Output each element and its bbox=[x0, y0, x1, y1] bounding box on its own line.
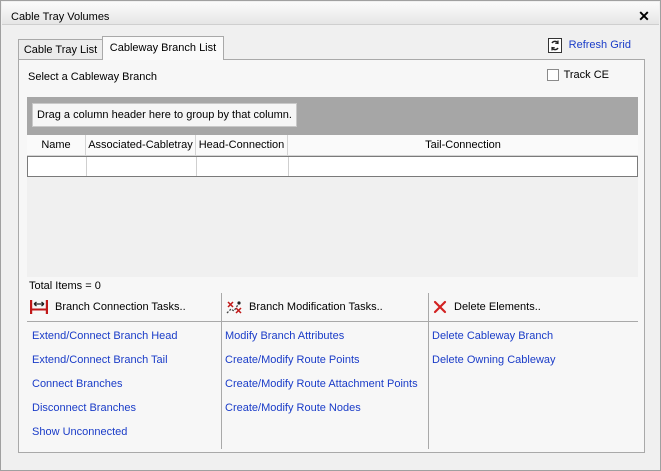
cable-tray-volumes-window: Cable Tray Volumes ✕ Cable Tray List Cab… bbox=[0, 0, 661, 471]
title-bar: Cable Tray Volumes ✕ bbox=[2, 2, 659, 25]
refresh-grid-button[interactable]: Refresh Grid bbox=[547, 36, 631, 54]
connect-branches-link[interactable]: Connect Branches bbox=[32, 377, 178, 401]
branch-modification-links: Modify Branch Attributes Create/Modify R… bbox=[225, 329, 418, 425]
modify-branch-attributes-link[interactable]: Modify Branch Attributes bbox=[225, 329, 418, 353]
select-branch-label: Select a Cableway Branch bbox=[28, 71, 158, 83]
delete-owning-cableway-link[interactable]: Delete Owning Cableway bbox=[432, 353, 556, 377]
grid-header-row: Name Associated-Cabletray Head-Connectio… bbox=[27, 135, 638, 156]
tab-cable-tray-list[interactable]: Cable Tray List bbox=[18, 39, 103, 60]
branch-connection-title: Branch Connection Tasks.. bbox=[55, 301, 186, 313]
delete-elements-links: Delete Cableway Branch Delete Owning Cab… bbox=[432, 329, 556, 377]
delete-elements-title: Delete Elements.. bbox=[454, 301, 541, 313]
table-row[interactable] bbox=[27, 156, 638, 177]
group-by-bar[interactable]: Drag a column header here to group by th… bbox=[27, 97, 638, 135]
column-header-tail-connection[interactable]: Tail-Connection bbox=[288, 135, 638, 155]
create-modify-route-nodes-link[interactable]: Create/Modify Route Nodes bbox=[225, 401, 418, 425]
group-by-hint: Drag a column header here to group by th… bbox=[32, 103, 297, 127]
branch-modification-tasks: Branch Modification Tasks.. Modify Branc… bbox=[221, 293, 428, 449]
tab-cableway-branch-list[interactable]: Cableway Branch List bbox=[102, 36, 224, 60]
create-modify-route-points-link[interactable]: Create/Modify Route Points bbox=[225, 353, 418, 377]
branch-grid: Drag a column header here to group by th… bbox=[27, 97, 638, 277]
extend-connect-branch-head-link[interactable]: Extend/Connect Branch Head bbox=[32, 329, 178, 353]
refresh-grid-label: Refresh Grid bbox=[568, 39, 631, 51]
window-title: Cable Tray Volumes bbox=[11, 11, 110, 23]
branch-modification-title: Branch Modification Tasks.. bbox=[249, 301, 383, 313]
cableway-branch-panel: Select a Cableway Branch Track CE Drag a… bbox=[18, 59, 645, 453]
delete-elements-heading: Delete Elements.. bbox=[429, 293, 638, 322]
column-header-associated-cabletray[interactable]: Associated-Cabletray bbox=[86, 135, 196, 155]
delete-cableway-branch-link[interactable]: Delete Cableway Branch bbox=[432, 329, 556, 353]
close-icon[interactable]: ✕ bbox=[638, 9, 650, 23]
tasks-area: Branch Connection Tasks.. Extend/Connect… bbox=[27, 293, 638, 449]
table-cell[interactable] bbox=[87, 157, 197, 176]
track-ce-label: Track CE bbox=[563, 69, 609, 81]
branch-modification-icon bbox=[226, 301, 242, 314]
column-header-name[interactable]: Name bbox=[27, 135, 86, 155]
branch-connection-heading: Branch Connection Tasks.. bbox=[27, 293, 221, 322]
delete-elements-tasks: Delete Elements.. Delete Cableway Branch… bbox=[428, 293, 638, 449]
table-cell[interactable] bbox=[28, 157, 87, 176]
delete-icon bbox=[433, 300, 447, 314]
disconnect-branches-link[interactable]: Disconnect Branches bbox=[32, 401, 178, 425]
table-cell[interactable] bbox=[289, 157, 637, 176]
create-modify-route-attachment-points-link[interactable]: Create/Modify Route Attachment Points bbox=[225, 377, 418, 401]
refresh-icon bbox=[547, 37, 562, 53]
branch-connection-links: Extend/Connect Branch Head Extend/Connec… bbox=[32, 329, 178, 449]
branch-connection-icon bbox=[30, 300, 48, 314]
table-cell[interactable] bbox=[197, 157, 289, 176]
track-ce-checkbox[interactable] bbox=[546, 69, 559, 81]
branch-modification-heading: Branch Modification Tasks.. bbox=[222, 293, 428, 322]
branch-connection-tasks: Branch Connection Tasks.. Extend/Connect… bbox=[27, 293, 221, 449]
show-unconnected-link[interactable]: Show Unconnected bbox=[32, 425, 178, 449]
track-ce-toggle[interactable]: Track CE bbox=[546, 69, 609, 81]
total-items: Total Items = 0 bbox=[29, 280, 101, 292]
extend-connect-branch-tail-link[interactable]: Extend/Connect Branch Tail bbox=[32, 353, 178, 377]
column-header-head-connection[interactable]: Head-Connection bbox=[196, 135, 288, 155]
